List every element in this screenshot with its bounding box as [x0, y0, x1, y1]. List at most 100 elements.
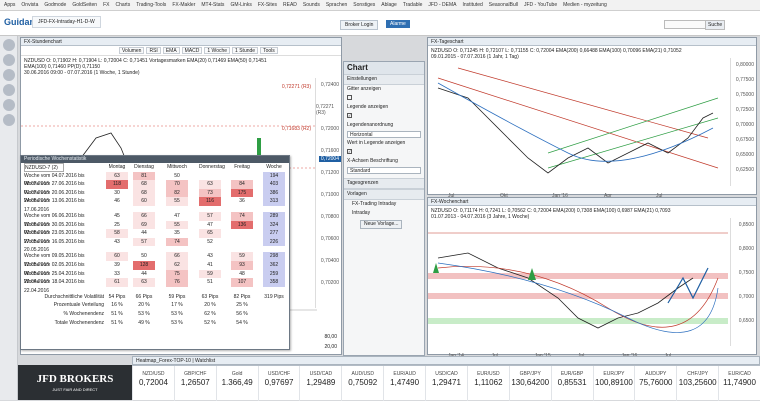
- legend-value-option[interactable]: Wert in Legende anzeigen: [344, 139, 424, 148]
- toolbar-macd[interactable]: MACD: [181, 47, 203, 54]
- ticker-item[interactable]: EUR/CAD 11,74900: [718, 366, 760, 401]
- bookmark-item[interactable]: FX: [103, 2, 109, 8]
- table-cell: 55: [166, 220, 188, 230]
- alerts-button[interactable]: Alarme: [386, 20, 410, 28]
- bookmark-item[interactable]: Sounds: [303, 2, 320, 8]
- checkbox-icon[interactable]: ✓: [347, 113, 352, 119]
- toolbar-period[interactable]: 1 Woche: [204, 47, 231, 54]
- template-item[interactable]: Intraday: [344, 209, 424, 218]
- table-cell: 66: [166, 252, 188, 261]
- window-title: FX-Stundenchart: [21, 38, 341, 46]
- bookmark-item[interactable]: Tradable: [403, 2, 423, 8]
- table-cell: 25: [106, 220, 128, 230]
- new-template-button[interactable]: Neue Vorlage...: [360, 220, 403, 229]
- ticker-value: 1,29489: [306, 378, 336, 387]
- table-cell: [231, 238, 253, 247]
- toolbar-ema[interactable]: EMA: [162, 47, 180, 54]
- ticker-item[interactable]: USD/CAD 1,29471: [425, 366, 467, 401]
- table-cell: 59: [231, 252, 253, 261]
- toolbar-tools[interactable]: Tools: [260, 47, 278, 54]
- bookmark-item[interactable]: GoldSeiten: [72, 2, 97, 8]
- table-cell: 84: [231, 180, 253, 189]
- ticker-item[interactable]: Gold 1.366,49: [215, 366, 258, 401]
- toolbar-rsi[interactable]: RSI: [146, 47, 161, 54]
- checkbox-icon[interactable]: ✓: [347, 149, 352, 155]
- table-cell: 58: [106, 229, 128, 238]
- ticker-item[interactable]: USD/CAD 1,29489: [299, 366, 341, 401]
- search-button[interactable]: Suche: [705, 20, 726, 30]
- ticker-item[interactable]: EUR/JPY 100,89100: [592, 366, 635, 401]
- ticker-item[interactable]: EUR/USD 1,11062: [466, 366, 509, 401]
- daily-chart-canvas[interactable]: [428, 58, 728, 186]
- bookmark-item[interactable]: Onvista: [21, 2, 38, 8]
- bookmark-item[interactable]: Trading-Tools: [136, 2, 166, 8]
- ticker-item[interactable]: EUR/AUD 1,47490: [383, 366, 425, 401]
- panel-section[interactable]: Einstellungen: [344, 74, 424, 85]
- bookmark-item[interactable]: JFD - DEMA: [428, 2, 456, 8]
- avatar[interactable]: [2, 84, 15, 96]
- legend-option[interactable]: Legende anzeigen: [344, 103, 424, 112]
- scale-label: 0,65000: [735, 152, 754, 158]
- workspace-tab[interactable]: JFD-FX-Intraday-H1-D-W: [32, 16, 101, 28]
- avatar[interactable]: [2, 39, 15, 51]
- x-axis-select[interactable]: Standard: [347, 167, 421, 174]
- bookmark-item[interactable]: FX-Sites: [258, 2, 277, 8]
- r3-label: 0,72271 (R3): [281, 84, 311, 90]
- avatar[interactable]: [2, 114, 15, 126]
- ticker-item[interactable]: GBP/JPY 130,64200: [508, 366, 551, 401]
- pair-select[interactable]: NZDUSD-7 (2): [24, 163, 64, 172]
- table-cell: Woche vom 09.05.2016 bis 13.05.2016: [24, 253, 85, 268]
- template-item[interactable]: FX-Trading Intraday: [344, 200, 424, 209]
- avatar[interactable]: [2, 69, 15, 81]
- ticker-item[interactable]: EUR/GBP 0,85531: [550, 366, 593, 401]
- table-cell: 324: [263, 220, 285, 230]
- avatar[interactable]: [2, 54, 15, 66]
- bookmark-item[interactable]: Sonstiges: [353, 2, 375, 8]
- panel-section[interactable]: Vorlagen: [344, 189, 424, 200]
- broker-login-button[interactable]: Broker Login: [340, 20, 379, 30]
- table-row: Woche vom 25.04.2016 bis 29.04.2016 33 44 7…: [21, 269, 289, 285]
- weekly-chart-canvas[interactable]: [428, 218, 728, 346]
- bookmark-item[interactable]: Instituted: [462, 2, 482, 8]
- avatar[interactable]: [2, 99, 15, 111]
- table-cell: 128: [133, 260, 155, 270]
- bookmark-item[interactable]: JFD - YouTube: [524, 2, 557, 8]
- checkbox-icon[interactable]: [347, 95, 352, 101]
- table-cell: [231, 229, 253, 238]
- ticker-item[interactable]: AUD/USD 0,75092: [341, 366, 383, 401]
- watchlist-title: Heatmap_Forex-TOP-10 | Watchlist: [132, 356, 760, 365]
- table-cell: 62 %: [204, 310, 216, 317]
- bookmark-item[interactable]: Godmode: [44, 2, 66, 8]
- bookmark-item[interactable]: Medien - myzeitung: [563, 2, 607, 8]
- toolbar-volume[interactable]: Volumen: [119, 47, 145, 54]
- panel-section[interactable]: Tagesgrenzen: [344, 178, 424, 189]
- ticker-item[interactable]: USD/CHF 0,97697: [257, 366, 300, 401]
- bookmark-item[interactable]: Ablage: [381, 2, 397, 8]
- table-cell: 48: [231, 269, 253, 279]
- bookmark-item[interactable]: Charts: [115, 2, 130, 8]
- table-cell: 118: [106, 180, 128, 189]
- bookmark-item[interactable]: FX-Makler: [172, 2, 195, 8]
- table-cell: Woche vom 20.06.2016 bis 24.06.2016: [24, 189, 85, 205]
- ticker-item[interactable]: NZD/USD 0,72004: [132, 366, 174, 401]
- bookmark-item[interactable]: MT4-Stats: [201, 2, 224, 8]
- ticker-item[interactable]: GBP/CHF 1,26507: [173, 366, 216, 401]
- ticker-symbol: GBP/CHF: [184, 371, 207, 377]
- bookmark-item[interactable]: READ: [283, 2, 297, 8]
- bookmark-item[interactable]: Apps: [4, 2, 15, 8]
- table-cell: 55: [166, 197, 188, 206]
- toolbar-interval[interactable]: 1 Stunde: [232, 47, 259, 54]
- legend-layout-select[interactable]: Horizontal: [347, 131, 421, 138]
- table-cell: 50: [166, 171, 188, 181]
- scale-label: 0,7000: [738, 294, 754, 300]
- bookmark-item[interactable]: Sprachen: [326, 2, 347, 8]
- ticker-item[interactable]: AUD/JPY 75,76000: [634, 366, 676, 401]
- table-cell: Woche vom 04.07.2016 bis 08.07.2016: [24, 172, 85, 188]
- bookmark-item[interactable]: GM-Links: [230, 2, 251, 8]
- bookmark-item[interactable]: SeasonalBull: [489, 2, 518, 8]
- table-cell: 54 Pips: [108, 293, 126, 300]
- table-cell: 51 %: [111, 319, 123, 326]
- ticker-item[interactable]: CHF/JPY 103,25600: [676, 366, 718, 401]
- grid-option[interactable]: Gitter anzeigen: [344, 85, 424, 94]
- price-scale: 0,72400 0,72271 (R3) 0,72000 0,71600 0,71200…: [315, 78, 341, 308]
